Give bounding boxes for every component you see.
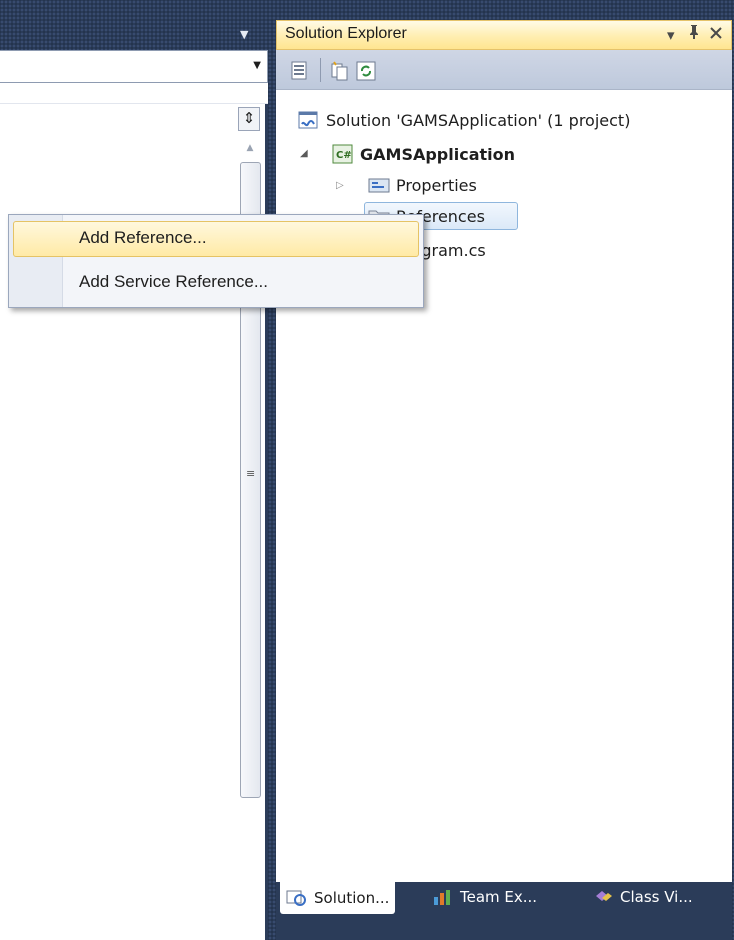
properties-icon[interactable]: [290, 61, 310, 81]
tree-item-label: Properties: [396, 175, 477, 195]
editor-separator: [0, 83, 268, 104]
svg-text:C#: C#: [336, 150, 352, 161]
menu-item-add-service-reference[interactable]: Add Service Reference...: [13, 265, 419, 301]
close-icon[interactable]: [709, 24, 723, 46]
collapse-arrow-icon[interactable]: ◢: [300, 148, 308, 159]
tree-item-solution[interactable]: Solution 'GAMSApplication' (1 project): [298, 106, 630, 134]
context-menu: Add Reference... Add Service Reference..…: [8, 214, 424, 308]
tree-item-label: GAMSApplication: [360, 144, 516, 164]
tree-item-properties[interactable]: Properties: [368, 171, 477, 199]
panel-titlebar[interactable]: Solution Explorer ▾: [276, 20, 732, 50]
scroll-up-icon[interactable]: ▲: [240, 138, 260, 158]
window-position-dropdown-icon[interactable]: ▾: [667, 24, 675, 46]
solution-explorer-panel: Solution Explorer ▾ Solution 'GAMSApplic…: [276, 20, 732, 940]
tab-label: Class Vi...: [620, 888, 693, 906]
tab-label: Team Ex...: [460, 888, 538, 906]
refresh-icon[interactable]: [356, 61, 376, 81]
combo-arrow-icon[interactable]: ▼: [253, 60, 261, 71]
csharp-project-icon: C#: [332, 144, 353, 164]
solution-tree[interactable]: Solution 'GAMSApplication' (1 project) ◢…: [276, 90, 732, 882]
pin-icon[interactable]: [687, 24, 701, 46]
class-view-icon: [592, 888, 614, 906]
panel-tab-strip: Solution... Team Ex... Class Vi...: [276, 882, 732, 940]
show-all-files-icon[interactable]: [330, 61, 350, 81]
expand-arrow-icon[interactable]: ▷: [336, 180, 344, 191]
chevron-down-icon[interactable]: ▼: [240, 29, 254, 40]
panel-toolbar: [276, 50, 732, 90]
split-window-icon[interactable]: ⇕: [238, 107, 260, 131]
document-well-header: ▼: [0, 0, 268, 48]
tab-label: Solution...: [314, 889, 390, 907]
solution-explorer-icon: [286, 889, 308, 907]
tab-class-view[interactable]: Class Vi...: [586, 882, 699, 912]
tab-solution-explorer[interactable]: Solution...: [280, 882, 396, 914]
properties-folder-icon: [368, 175, 390, 195]
navigation-combobox[interactable]: ▼: [0, 50, 268, 83]
menu-item-add-reference[interactable]: Add Reference...: [13, 221, 419, 257]
tab-team-explorer[interactable]: Team Ex...: [426, 882, 543, 912]
solution-icon: [298, 110, 318, 130]
toolbar-separator: [320, 58, 321, 82]
tree-item-label: Solution 'GAMSApplication' (1 project): [326, 110, 631, 130]
tree-item-project[interactable]: C# GAMSApplication: [332, 140, 515, 168]
panel-title: Solution Explorer: [285, 25, 407, 42]
team-explorer-icon: [432, 888, 454, 906]
grip-icon: ≡: [246, 467, 256, 480]
